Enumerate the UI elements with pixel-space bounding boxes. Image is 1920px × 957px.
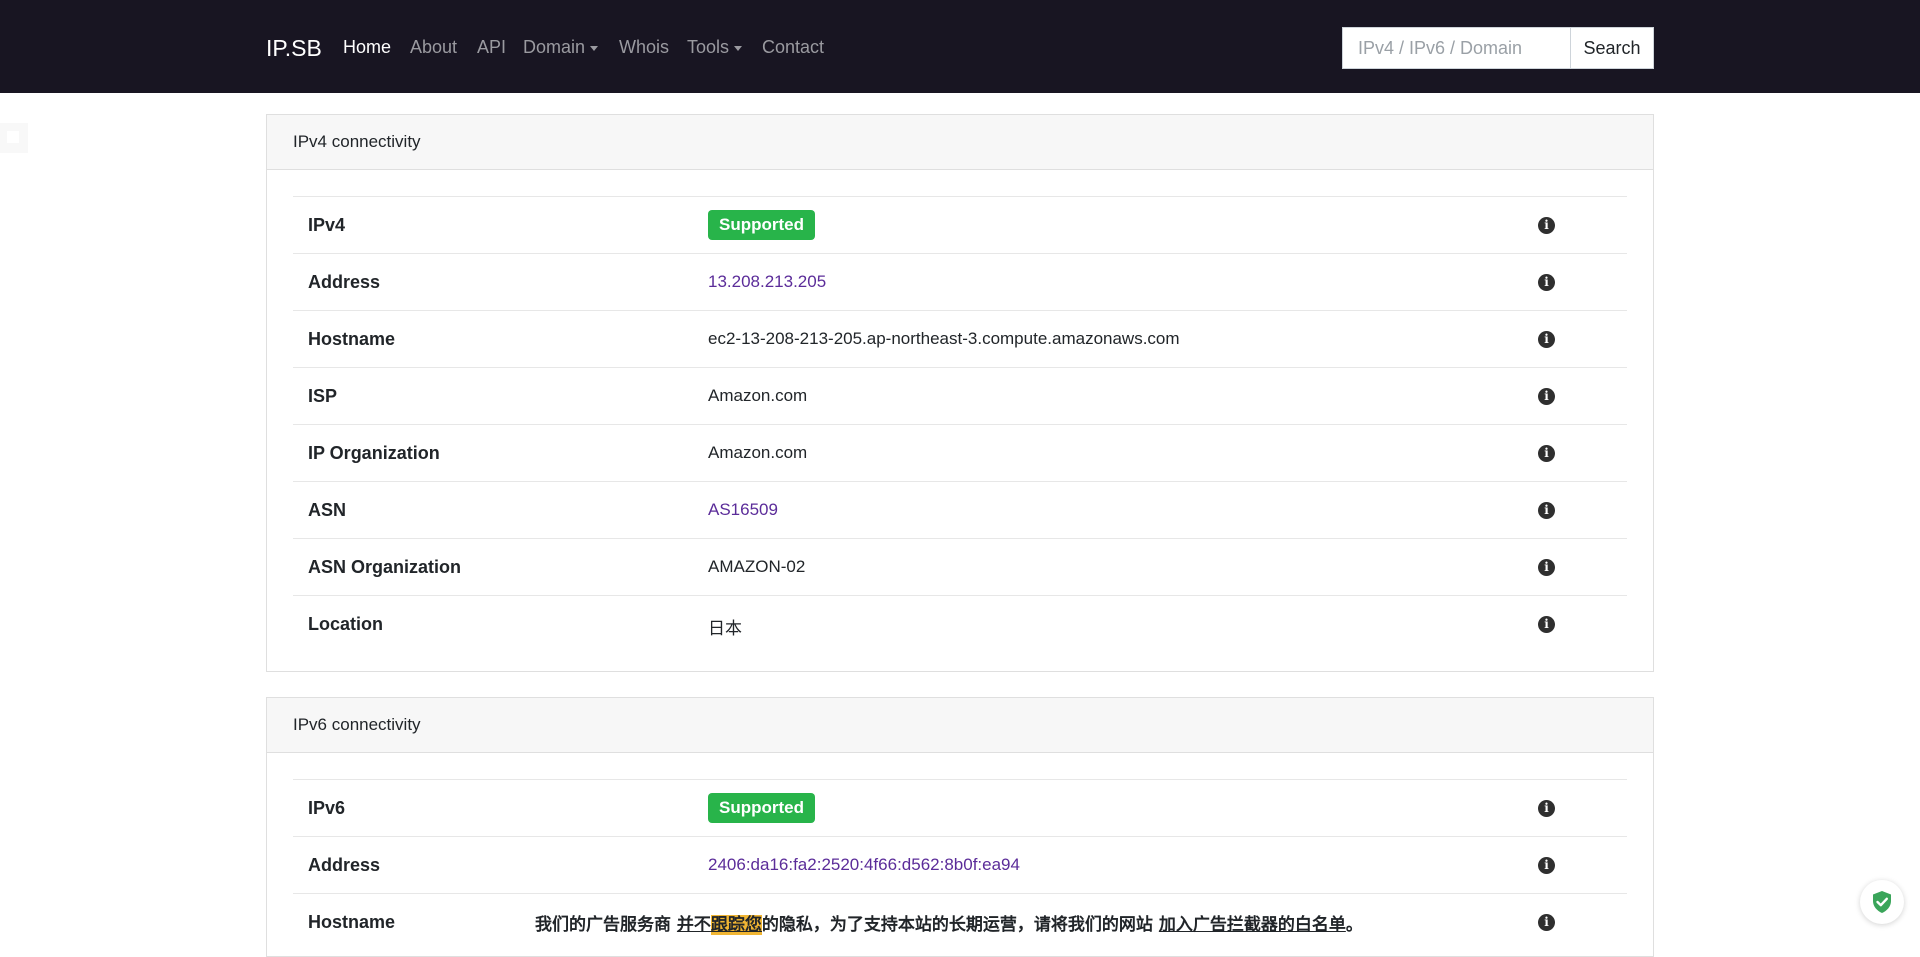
row-label: ASN [308, 500, 347, 520]
caret-down-icon [734, 45, 743, 51]
notice-text: 并不 [676, 915, 711, 935]
row-label: Location [308, 614, 383, 634]
info-icon[interactable]: i [1538, 274, 1555, 291]
table-row: IPv4 Supported i [293, 196, 1627, 253]
table-row: IP Organization Amazon.com i [293, 424, 1627, 481]
status-badge: Supported [708, 793, 815, 823]
asn-link[interactable]: AS16509 [708, 500, 778, 520]
info-icon[interactable]: i [1538, 914, 1555, 931]
nav-api[interactable]: API [477, 37, 506, 58]
nav-home[interactable]: Home [343, 37, 391, 58]
ipv6-card-title: IPv6 connectivity [267, 698, 1653, 753]
ipv4-card: IPv4 connectivity IPv4 Supported i Addre… [266, 114, 1654, 672]
row-label: Address [308, 272, 381, 292]
status-badge: Supported [708, 210, 815, 240]
info-icon[interactable]: i [1538, 217, 1555, 234]
info-icon[interactable]: i [1538, 800, 1555, 817]
isp-value: Amazon.com [708, 386, 808, 405]
table-row: Location 日本 i [293, 595, 1627, 652]
nav-tools-dropdown[interactable]: Tools [687, 37, 743, 58]
notice-text: 我们的广告服务商 [535, 915, 671, 935]
info-icon[interactable]: i [1538, 616, 1555, 633]
table-row: Address 2406:da16:fa2:2520:4f66:d562:8b0… [293, 836, 1627, 893]
notice-text: 。 [1345, 915, 1363, 935]
asn-organization-value: AMAZON-02 [708, 557, 806, 576]
table-row: ASN Organization AMAZON-02 i [293, 538, 1627, 595]
row-label: Address [308, 855, 381, 875]
table-row: IPv6 Supported i [293, 779, 1627, 836]
nav-contact[interactable]: Contact [762, 37, 824, 58]
hostname-value: ec2-13-208-213-205.ap-northeast-3.comput… [708, 329, 1180, 348]
nav-whois[interactable]: Whois [619, 37, 669, 58]
info-icon[interactable]: i [1538, 331, 1555, 348]
caret-down-icon [590, 45, 599, 51]
row-label: Hostname [308, 912, 396, 932]
whitelist-link[interactable]: 加入广告拦截器的白名单 [1159, 915, 1346, 935]
info-icon[interactable]: i [1538, 445, 1555, 462]
row-label: IPv4 [308, 215, 346, 235]
nav-about[interactable]: About [410, 37, 457, 58]
info-icon[interactable]: i [1538, 559, 1555, 576]
info-icon[interactable]: i [1538, 857, 1555, 874]
shield-button[interactable] [1860, 880, 1904, 924]
shield-check-icon [1873, 891, 1891, 913]
table-row: Address 13.208.213.205 i [293, 253, 1627, 310]
row-label: Hostname [308, 329, 396, 349]
search-input[interactable] [1342, 27, 1571, 69]
row-label: ASN Organization [308, 557, 462, 577]
ipv4-card-title: IPv4 connectivity [267, 115, 1653, 170]
ipv6-address-link[interactable]: 2406:da16:fa2:2520:4f66:d562:8b0f:ea94 [708, 855, 1020, 875]
table-row: ISP Amazon.com i [293, 367, 1627, 424]
info-icon[interactable]: i [1538, 388, 1555, 405]
adblock-notice: 我们的广告服务商 并不跟踪您的隐私，为了支持本站的长期运营，请将我们的网站 加入… [535, 910, 1363, 935]
row-label: ISP [308, 386, 338, 406]
ipv4-address-link[interactable]: 13.208.213.205 [708, 272, 826, 292]
nav-domain-label: Domain [523, 37, 586, 57]
nav-domain-dropdown[interactable]: Domain [523, 37, 599, 58]
table-row: Hostname ec2-13-208-213-205.ap-northeast… [293, 310, 1627, 367]
notice-text: 的隐私，为了支持本站的长期运营，请将我们的网站 [761, 915, 1153, 935]
search-button[interactable]: Search [1570, 27, 1654, 69]
info-icon[interactable]: i [1538, 502, 1555, 519]
ip-organization-value: Amazon.com [708, 443, 808, 462]
nav-tools-label: Tools [687, 37, 730, 57]
ipv4-table: IPv4 Supported i Address 13.208.213.205 … [293, 196, 1627, 652]
brand-logo[interactable]: IP.SB [266, 35, 322, 62]
row-label: IP Organization [308, 443, 440, 463]
table-row: ASN AS16509 i [293, 481, 1627, 538]
location-value: 日本 [708, 619, 742, 638]
navbar: IP.SB Home About API Domain Whois Tools … [0, 0, 1920, 93]
row-label: IPv6 [308, 798, 346, 818]
side-widget[interactable] [0, 123, 28, 153]
notice-highlight: 跟踪您 [710, 915, 762, 935]
notice-link[interactable]: 并不跟踪您 [677, 915, 762, 935]
